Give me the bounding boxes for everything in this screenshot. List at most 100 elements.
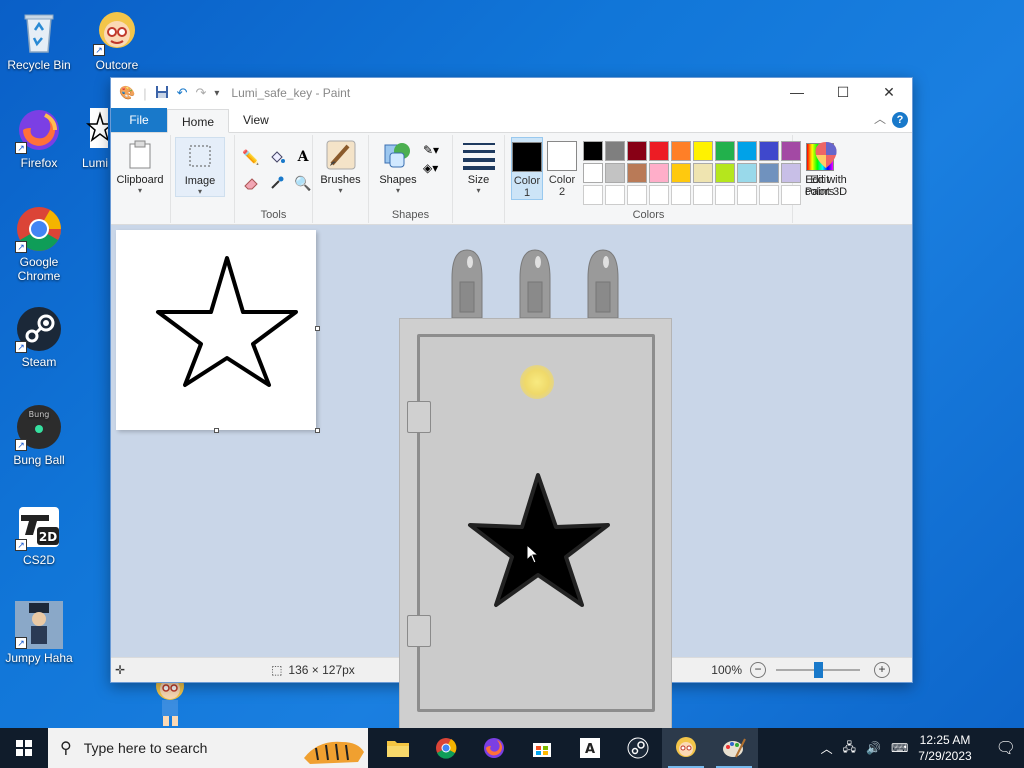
collapse-ribbon-icon[interactable]: ︿ — [874, 110, 886, 127]
size-button[interactable]: Size ▾ — [457, 137, 500, 195]
desktop-icon-google-chrome[interactable]: ↗ Google Chrome — [1, 205, 77, 283]
resize-handle-bottom[interactable] — [214, 428, 219, 433]
key-slot-3[interactable] — [587, 249, 619, 319]
close-button[interactable]: ✕ — [866, 78, 912, 108]
clock[interactable]: 12:25 AM 7/29/2023 — [918, 732, 971, 764]
tiger-search-highlight-icon — [304, 741, 364, 764]
maximize-button[interactable]: ☐ — [820, 78, 866, 108]
palette-swatch[interactable] — [627, 185, 647, 205]
desktop-icon-jumpy-haha[interactable]: ↗ Jumpy Haha — [1, 601, 77, 665]
palette-swatch[interactable] — [605, 163, 625, 183]
taskbar-steam[interactable] — [614, 728, 662, 768]
drawing-canvas[interactable] — [116, 230, 316, 430]
keyboard-icon[interactable]: ⌨ — [891, 741, 908, 755]
network-icon[interactable]: 🖧 — [843, 738, 856, 759]
volume-icon[interactable]: 🔊 — [866, 741, 881, 755]
resize-handle-right[interactable] — [315, 326, 320, 331]
eraser-icon[interactable] — [239, 171, 263, 195]
customize-qa-icon[interactable]: ▾ — [214, 88, 219, 99]
magnifier-icon[interactable]: 🔍 — [291, 171, 315, 195]
desktop-icon-steam[interactable]: ↗ Steam — [1, 305, 77, 369]
taskbar-chrome[interactable] — [422, 728, 470, 768]
palette-swatch[interactable] — [693, 185, 713, 205]
quick-access-toolbar: 🎨 | ↶ ↷ ▾ — [119, 85, 220, 102]
palette-swatch[interactable] — [759, 163, 779, 183]
taskbar-outcore[interactable] — [662, 728, 710, 768]
taskbar-paint[interactable] — [710, 728, 758, 768]
paint-3d-icon — [810, 139, 842, 171]
palette-swatch[interactable] — [759, 141, 779, 161]
key-slot-2[interactable] — [519, 249, 551, 319]
help-icon[interactable]: ? — [892, 112, 908, 128]
palette-swatch[interactable] — [583, 185, 603, 205]
palette-swatch[interactable] — [649, 141, 669, 161]
taskbar-search-box[interactable]: ⚲ Type here to search — [48, 728, 368, 768]
desktop-icon-cs2d[interactable]: 2D ↗ CS2D — [1, 503, 77, 567]
palette-swatch[interactable] — [737, 141, 757, 161]
desktop-icon-recycle-bin[interactable]: Recycle Bin — [1, 8, 77, 72]
palette-swatch[interactable] — [759, 185, 779, 205]
palette-swatch[interactable] — [715, 141, 735, 161]
save-icon[interactable] — [155, 85, 169, 102]
start-button[interactable] — [0, 728, 48, 768]
palette-swatch[interactable] — [693, 163, 713, 183]
paint-app-icon[interactable]: 🎨 — [119, 85, 135, 101]
key-slot-1[interactable] — [451, 249, 483, 319]
palette-swatch[interactable] — [583, 163, 603, 183]
palette-swatch[interactable] — [627, 163, 647, 183]
taskbar-adobe[interactable]: A — [566, 728, 614, 768]
clipboard-button[interactable]: Clipboard ▾ — [115, 137, 165, 195]
palette-swatch[interactable] — [693, 141, 713, 161]
palette-swatch[interactable] — [671, 141, 691, 161]
shapes-button[interactable]: Shapes ▾ — [373, 137, 423, 195]
clipboard-icon — [124, 139, 156, 171]
palette-swatch[interactable] — [649, 185, 669, 205]
image-button[interactable]: Image ▾ — [175, 137, 225, 197]
undo-icon[interactable]: ↶ — [177, 85, 188, 101]
palette-swatch[interactable] — [605, 141, 625, 161]
taskbar-file-explorer[interactable] — [374, 728, 422, 768]
notifications-icon[interactable]: 🗨 — [996, 738, 1016, 758]
palette-swatch[interactable] — [715, 163, 735, 183]
palette-swatch[interactable] — [649, 163, 669, 183]
show-hidden-icons-icon[interactable]: ︿ — [821, 740, 833, 757]
color-picker-icon[interactable] — [265, 171, 289, 195]
palette-swatch[interactable] — [605, 185, 625, 205]
palette-swatch[interactable] — [671, 185, 691, 205]
palette-swatch[interactable] — [627, 141, 647, 161]
window-title: Lumi_safe_key - Paint — [231, 86, 351, 100]
resize-handle-corner[interactable] — [315, 428, 320, 433]
desktop-icon-lumi[interactable]: Lumi — [68, 106, 108, 170]
tab-view[interactable]: View — [229, 108, 283, 132]
palette-swatch[interactable] — [737, 185, 757, 205]
taskbar-store[interactable] — [518, 728, 566, 768]
palette-swatch[interactable] — [671, 163, 691, 183]
color-1-button[interactable]: Color 1 — [511, 137, 543, 200]
fill-icon[interactable] — [265, 145, 289, 169]
safe-door[interactable] — [417, 334, 655, 712]
selection-size-icon: ⬚ — [271, 663, 283, 677]
taskbar-firefox[interactable] — [470, 728, 518, 768]
shape-fill-icon[interactable]: ◈▾ — [423, 161, 439, 175]
zoom-slider[interactable] — [776, 662, 860, 678]
tab-file[interactable]: File — [111, 108, 167, 132]
color-2-button[interactable]: Color 2 — [547, 137, 577, 198]
palette-swatch[interactable] — [583, 141, 603, 161]
minimize-button[interactable]: — — [774, 78, 820, 108]
zoom-slider-thumb[interactable] — [814, 662, 823, 678]
star-lock-slot[interactable] — [466, 467, 616, 617]
palette-swatch[interactable] — [715, 185, 735, 205]
desktop-icon-bung-ball[interactable]: Bung ↗ Bung Ball — [1, 403, 77, 467]
edit-with-paint-3d-button[interactable]: Edit with Paint 3D — [797, 137, 855, 198]
text-icon[interactable]: A — [291, 145, 315, 169]
zoom-out-button[interactable]: − — [750, 662, 766, 678]
palette-swatch[interactable] — [737, 163, 757, 183]
redo-icon[interactable]: ↷ — [195, 85, 206, 101]
tab-home[interactable]: Home — [167, 109, 230, 133]
pencil-icon[interactable]: ✏️ — [239, 145, 263, 169]
desktop-icon-firefox[interactable]: ↗ Firefox — [1, 106, 77, 170]
outline-icon[interactable]: ✎▾ — [423, 143, 439, 157]
brushes-button[interactable]: Brushes ▾ — [317, 137, 364, 195]
desktop-icon-outcore[interactable]: ↗ Outcore — [79, 8, 155, 72]
zoom-in-button[interactable]: + — [874, 662, 890, 678]
